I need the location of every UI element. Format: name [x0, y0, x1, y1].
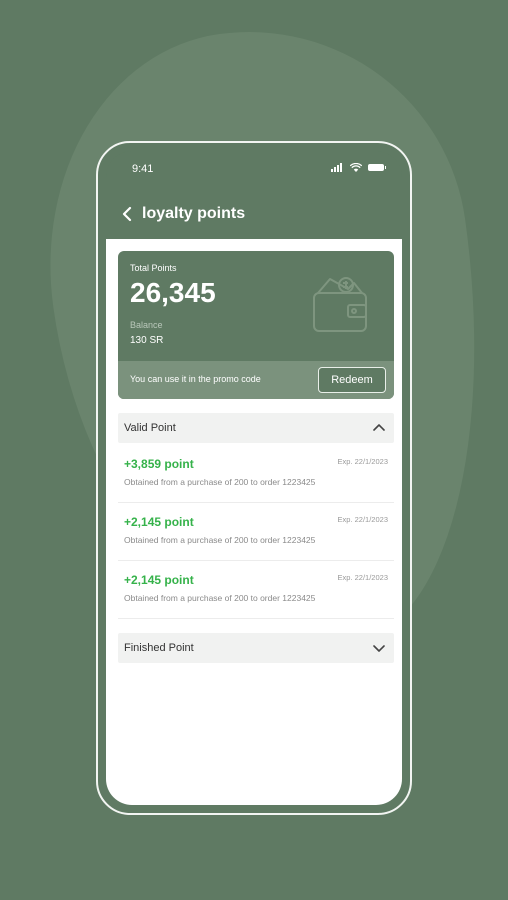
chevron-left-icon [122, 206, 132, 222]
point-item: +2,145 point Exp. 22/1/2023 Obtained fro… [118, 561, 394, 619]
total-points-label: Total Points [130, 263, 177, 273]
status-icons [331, 163, 386, 172]
battery-icon [368, 164, 386, 171]
point-amount: +2,145 point [124, 573, 194, 587]
valid-point-header[interactable]: Valid Point [118, 413, 394, 443]
point-description: Obtained from a purchase of 200 to order… [124, 593, 316, 603]
top-nav: loyalty points [106, 197, 402, 231]
cellular-signal-icon [331, 163, 344, 172]
point-description: Obtained from a purchase of 200 to order… [124, 535, 316, 545]
point-expiry: Exp. 22/1/2023 [337, 573, 388, 582]
balance-value: 130 SR [130, 335, 164, 346]
points-summary-card: Total Points 26,345 Balance 130 SR You c… [118, 251, 394, 399]
promo-bar: You can use it in the promo code Redeem [118, 361, 394, 399]
chevron-down-icon [373, 645, 385, 652]
point-expiry: Exp. 22/1/2023 [337, 515, 388, 524]
main-content: Total Points 26,345 Balance 130 SR You c… [106, 239, 402, 805]
status-time: 9:41 [132, 163, 154, 175]
status-bar: 9:41 [106, 151, 402, 187]
promo-text: You can use it in the promo code [130, 374, 261, 384]
chevron-up-icon [373, 424, 385, 431]
balance-label: Balance [130, 320, 163, 330]
app-screen: 9:41 loyalty points Total Points 26,345 … [106, 151, 402, 805]
point-item: +3,859 point Exp. 22/1/2023 Obtained fro… [118, 445, 394, 503]
point-item: +2,145 point Exp. 22/1/2023 Obtained fro… [118, 503, 394, 561]
page-title: loyalty points [142, 205, 246, 222]
redeem-button[interactable]: Redeem [318, 367, 386, 393]
total-points-value: 26,345 [130, 277, 216, 308]
point-amount: +3,859 point [124, 457, 194, 471]
phone-frame: 9:41 loyalty points Total Points 26,345 … [96, 141, 412, 815]
finished-point-title: Finished Point [124, 642, 194, 654]
valid-point-title: Valid Point [124, 422, 176, 434]
point-description: Obtained from a purchase of 200 to order… [124, 477, 316, 487]
wifi-icon [350, 163, 362, 172]
finished-point-header[interactable]: Finished Point [118, 633, 394, 663]
point-expiry: Exp. 22/1/2023 [337, 457, 388, 466]
wallet-icon [313, 277, 367, 332]
back-button[interactable] [118, 205, 136, 223]
point-amount: +2,145 point [124, 515, 194, 529]
